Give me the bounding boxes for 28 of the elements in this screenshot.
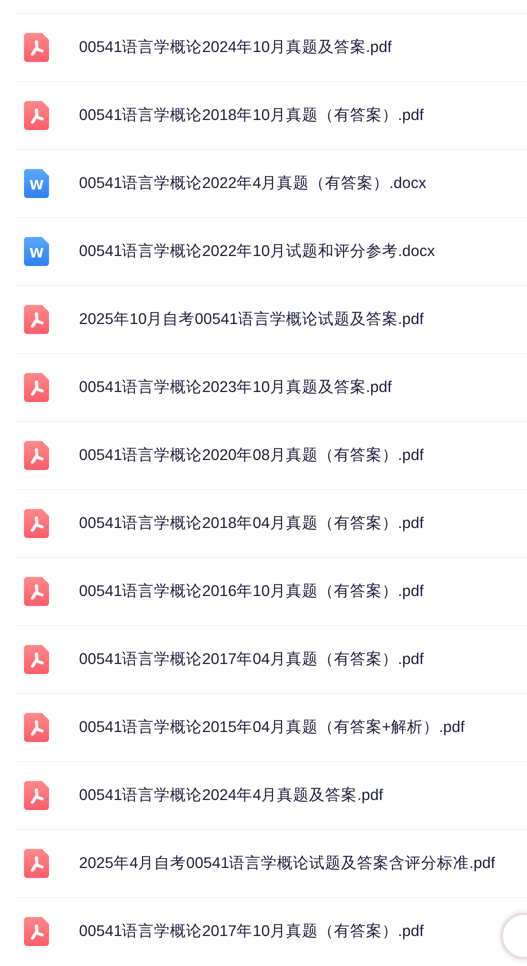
file-name[interactable]: 00541语言学概论2024年4月真题及答案.pdf: [79, 784, 384, 808]
file-name[interactable]: 00541语言学概论2017年10月真题（有答案）.pdf: [79, 920, 424, 944]
file-name[interactable]: 2025年10月自考00541语言学概论试题及答案.pdf: [79, 308, 424, 332]
file-name[interactable]: 00541语言学概论2024年10月真题及答案.pdf: [79, 36, 392, 60]
pdf-file-icon: [24, 441, 49, 470]
word-file-icon: W: [24, 169, 49, 198]
pdf-file-icon: [24, 101, 49, 130]
pdf-file-icon: [24, 373, 49, 402]
file-name[interactable]: 00541语言学概论2022年10月试题和评分参考.docx: [79, 240, 435, 264]
file-name[interactable]: 00541语言学概论2017年04月真题（有答案）.pdf: [79, 648, 424, 672]
file-name[interactable]: 2025年4月自考00541语言学概论试题及答案含评分标准.pdf: [79, 852, 496, 876]
pdf-file-icon: [24, 509, 49, 538]
pdf-file-icon: [24, 917, 49, 946]
file-name[interactable]: 00541语言学概论2015年04月真题（有答案+解析）.pdf: [79, 716, 465, 740]
pdf-file-icon: [24, 33, 49, 62]
file-name[interactable]: 00541语言学概论2018年04月真题（有答案）.pdf: [79, 512, 424, 536]
word-file-icon: W: [24, 237, 49, 266]
file-name[interactable]: 00541语言学概论2022年4月真题（有答案）.docx: [79, 172, 426, 196]
file-name[interactable]: 00541语言学概论2023年10月真题及答案.pdf: [79, 376, 392, 400]
pdf-file-icon: [24, 781, 49, 810]
pdf-file-icon: [24, 305, 49, 334]
file-name[interactable]: 00541语言学概论2016年10月真题（有答案）.pdf: [79, 580, 424, 604]
pdf-file-icon: [24, 713, 49, 742]
pdf-file-icon: [24, 577, 49, 606]
pdf-file-icon: [24, 645, 49, 674]
pdf-file-icon: [24, 849, 49, 878]
file-name[interactable]: 00541语言学概论2020年08月真题（有答案）.pdf: [79, 444, 424, 468]
file-name[interactable]: 00541语言学概论2018年10月真题（有答案）.pdf: [79, 104, 424, 128]
